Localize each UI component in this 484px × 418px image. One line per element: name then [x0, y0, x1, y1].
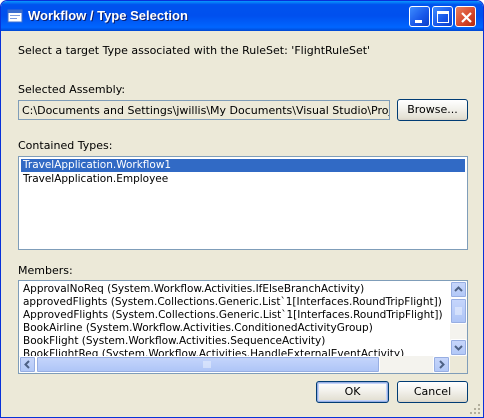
member-item[interactable]: ApprovedFlights (System.Collections.Gene… — [21, 309, 445, 322]
members-horizontal-scrollbar[interactable] — [19, 356, 450, 373]
arrow-up-icon — [454, 286, 463, 292]
member-item[interactable]: approvedFlights (System.Collections.Gene… — [21, 296, 444, 309]
minimize-button[interactable] — [409, 6, 430, 27]
dialog-window: Workflow / Type Selection Select a targe… — [0, 0, 484, 418]
scroll-right-button[interactable] — [433, 356, 450, 373]
scroll-left-button[interactable] — [19, 356, 36, 373]
instructions-text: Select a target Type associated with the… — [18, 44, 371, 57]
member-item[interactable]: BookAirline (System.Workflow.Activities.… — [21, 322, 375, 335]
window-icon — [7, 9, 23, 23]
horizontal-scroll-thumb[interactable] — [36, 356, 380, 373]
contained-types-list[interactable]: TravelApplication.Workflow1 TravelApplic… — [18, 156, 468, 250]
assembly-path-field[interactable]: C:\Documents and Settings\jwillis\My Doc… — [18, 100, 390, 120]
selected-assembly-label: Selected Assembly: — [18, 83, 126, 96]
type-item[interactable]: TravelApplication.Employee — [21, 173, 170, 186]
cancel-button[interactable]: Cancel — [397, 381, 468, 403]
contained-types-label: Contained Types: — [18, 139, 113, 152]
ok-button[interactable]: OK — [316, 381, 389, 403]
resize-grip-icon[interactable] — [469, 403, 481, 415]
title-bar[interactable]: Workflow / Type Selection — [1, 1, 483, 31]
scrollbar-corner — [450, 356, 467, 373]
grip-lines-icon — [455, 307, 462, 315]
type-item[interactable]: TravelApplication.Workflow1 — [21, 159, 465, 172]
member-item[interactable]: BookFlight (System.Workflow.Activities.S… — [21, 335, 327, 348]
scroll-up-button[interactable] — [450, 281, 467, 298]
arrow-left-icon — [24, 360, 30, 369]
window-title: Workflow / Type Selection — [28, 8, 188, 23]
vertical-scroll-thumb[interactable] — [450, 298, 467, 324]
arrow-down-icon — [454, 345, 463, 351]
minimize-icon — [415, 20, 422, 23]
members-list[interactable]: ApprovalNoReq (System.Workflow.Activitie… — [18, 280, 468, 374]
members-vertical-scrollbar[interactable] — [450, 281, 467, 356]
arrow-right-icon — [439, 360, 445, 369]
members-label: Members: — [18, 264, 73, 277]
member-item[interactable]: ApprovalNoReq (System.Workflow.Activitie… — [21, 283, 366, 296]
grip-lines-icon — [203, 361, 211, 368]
maximize-button[interactable] — [432, 6, 453, 27]
scroll-down-button[interactable] — [450, 339, 467, 356]
browse-button[interactable]: Browse... — [397, 99, 468, 121]
close-icon — [461, 12, 472, 23]
maximize-icon — [437, 11, 449, 23]
close-button[interactable] — [455, 6, 476, 27]
